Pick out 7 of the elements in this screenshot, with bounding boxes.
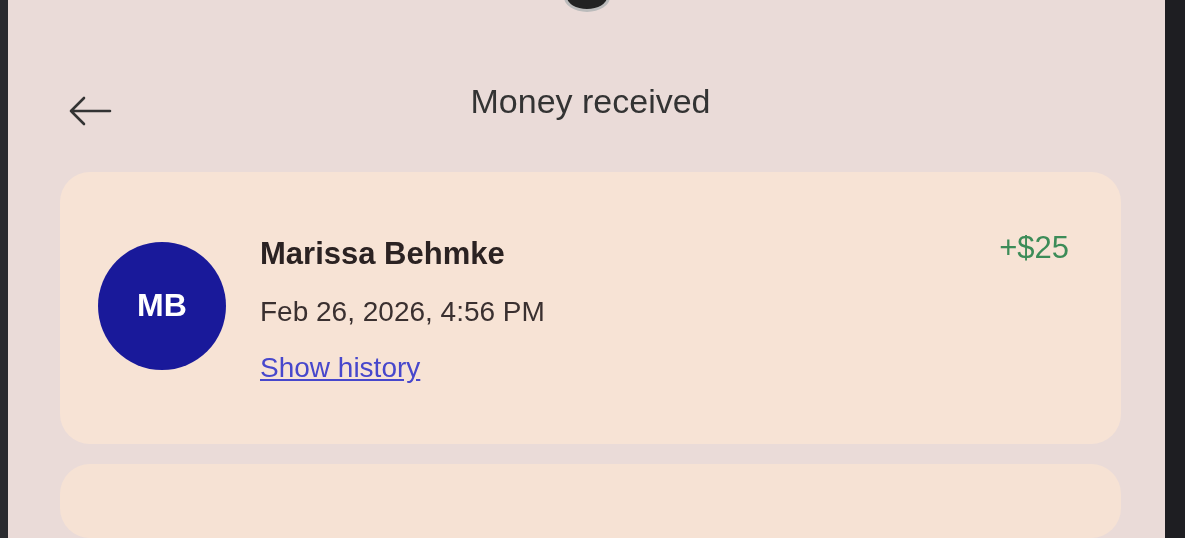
- transaction-date: Feb 26, 2026, 4:56 PM: [260, 295, 546, 328]
- page-title: Money received: [470, 82, 711, 121]
- amount: +$25: [999, 229, 1069, 266]
- avatar: MB: [98, 241, 226, 370]
- sender-name: Marissa Behmke: [260, 235, 506, 272]
- back-arrow-icon[interactable]: [68, 96, 112, 126]
- show-history-link[interactable]: Show history: [260, 351, 421, 384]
